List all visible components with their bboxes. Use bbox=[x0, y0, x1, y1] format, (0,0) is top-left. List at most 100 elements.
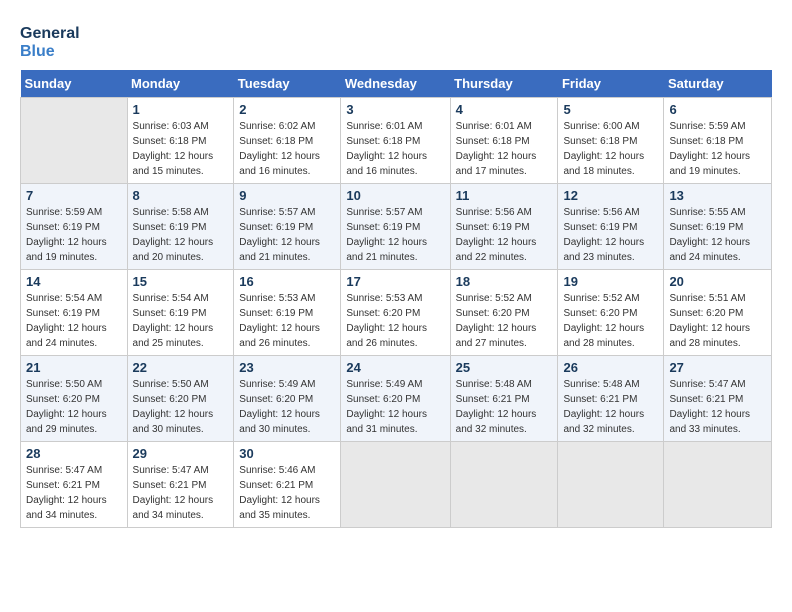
weekday-header-row: SundayMondayTuesdayWednesdayThursdayFrid… bbox=[21, 70, 772, 98]
day-info: Sunrise: 5:59 AMSunset: 6:18 PMDaylight:… bbox=[669, 119, 766, 179]
day-number: 26 bbox=[563, 360, 658, 375]
day-number: 1 bbox=[133, 102, 229, 117]
calendar-cell bbox=[558, 442, 664, 528]
calendar-cell: 16 Sunrise: 5:53 AMSunset: 6:19 PMDayligh… bbox=[234, 270, 341, 356]
calendar-cell: 3Sunrise: 6:01 AMSunset: 6:18 PMDaylight… bbox=[341, 98, 450, 184]
calendar-cell: 30 Sunrise: 5:46 AMSunset: 6:21 PMDayligh… bbox=[234, 442, 341, 528]
day-number: 21 bbox=[26, 360, 122, 375]
weekday-header-thursday: Thursday bbox=[450, 70, 558, 98]
day-number: 12 bbox=[563, 188, 658, 203]
day-info: Sunrise: 5:56 AMSunset: 6:19 PMDaylight:… bbox=[563, 205, 658, 265]
day-number: 30 bbox=[239, 446, 335, 461]
calendar-cell: 5 Sunrise: 6:00 AMSunset: 6:18 PMDaylight… bbox=[558, 98, 664, 184]
day-info: Sunrise: 5:59 AMSunset: 6:19 PMDaylight:… bbox=[26, 205, 122, 265]
day-info: Sunrise: 5:58 AMSunset: 6:19 PMDaylight:… bbox=[133, 205, 229, 265]
weekday-header-tuesday: Tuesday bbox=[234, 70, 341, 98]
calendar-cell: 29Sunrise: 5:47 AMSunset: 6:21 PMDayligh… bbox=[127, 442, 234, 528]
day-number: 6 bbox=[669, 102, 766, 117]
day-number: 11 bbox=[456, 188, 553, 203]
day-info: Sunrise: 5:57 AMSunset: 6:19 PMDaylight:… bbox=[239, 205, 335, 265]
day-info: Sunrise: 5:48 AMSunset: 6:21 PMDaylight:… bbox=[456, 377, 553, 437]
calendar-table: SundayMondayTuesdayWednesdayThursdayFrid… bbox=[20, 70, 772, 528]
calendar-cell: 4Sunrise: 6:01 AMSunset: 6:18 PMDaylight… bbox=[450, 98, 558, 184]
calendar-cell: 27Sunrise: 5:47 AMSunset: 6:21 PMDayligh… bbox=[664, 356, 772, 442]
calendar-cell: 19 Sunrise: 5:52 AMSunset: 6:20 PMDayligh… bbox=[558, 270, 664, 356]
day-info: Sunrise: 5:46 AMSunset: 6:21 PMDaylight:… bbox=[239, 463, 335, 523]
calendar-cell: 8 Sunrise: 5:58 AMSunset: 6:19 PMDaylight… bbox=[127, 184, 234, 270]
weekday-header-monday: Monday bbox=[127, 70, 234, 98]
calendar-cell: 10Sunrise: 5:57 AMSunset: 6:19 PMDayligh… bbox=[341, 184, 450, 270]
calendar-cell: 7 Sunrise: 5:59 AMSunset: 6:19 PMDaylight… bbox=[21, 184, 128, 270]
calendar-week-row: 21 Sunrise: 5:50 AMSunset: 6:20 PMDayligh… bbox=[21, 356, 772, 442]
day-number: 5 bbox=[563, 102, 658, 117]
day-info: Sunrise: 6:01 AMSunset: 6:18 PMDaylight:… bbox=[456, 119, 553, 179]
day-info: Sunrise: 5:47 AMSunset: 6:21 PMDaylight:… bbox=[133, 463, 229, 523]
day-info: Sunrise: 5:52 AMSunset: 6:20 PMDaylight:… bbox=[563, 291, 658, 351]
day-number: 16 bbox=[239, 274, 335, 289]
calendar-cell: 28Sunrise: 5:47 AMSunset: 6:21 PMDayligh… bbox=[21, 442, 128, 528]
calendar-cell: 1 Sunrise: 6:03 AMSunset: 6:18 PMDaylight… bbox=[127, 98, 234, 184]
calendar-cell: 18 Sunrise: 5:52 AMSunset: 6:20 PMDayligh… bbox=[450, 270, 558, 356]
day-number: 19 bbox=[563, 274, 658, 289]
calendar-cell: 22 Sunrise: 5:50 AMSunset: 6:20 PMDayligh… bbox=[127, 356, 234, 442]
day-number: 7 bbox=[26, 188, 122, 203]
day-info: Sunrise: 5:54 AMSunset: 6:19 PMDaylight:… bbox=[133, 291, 229, 351]
day-number: 18 bbox=[456, 274, 553, 289]
day-info: Sunrise: 6:00 AMSunset: 6:18 PMDaylight:… bbox=[563, 119, 658, 179]
calendar-cell: 2 Sunrise: 6:02 AMSunset: 6:18 PMDaylight… bbox=[234, 98, 341, 184]
weekday-header-wednesday: Wednesday bbox=[341, 70, 450, 98]
day-info: Sunrise: 5:53 AMSunset: 6:20 PMDaylight:… bbox=[346, 291, 444, 351]
day-info: Sunrise: 5:57 AMSunset: 6:19 PMDaylight:… bbox=[346, 205, 444, 265]
calendar-cell: 14 Sunrise: 5:54 AMSunset: 6:19 PMDayligh… bbox=[21, 270, 128, 356]
day-number: 3 bbox=[346, 102, 444, 117]
calendar-cell: 11 Sunrise: 5:56 AMSunset: 6:19 PMDayligh… bbox=[450, 184, 558, 270]
calendar-week-row: 7 Sunrise: 5:59 AMSunset: 6:19 PMDaylight… bbox=[21, 184, 772, 270]
day-number: 8 bbox=[133, 188, 229, 203]
calendar-cell: 6 Sunrise: 5:59 AMSunset: 6:18 PMDaylight… bbox=[664, 98, 772, 184]
day-number: 22 bbox=[133, 360, 229, 375]
calendar-week-row: 28 Sunrise: 5:47 AMSunset: 6:21 PMDayligh… bbox=[21, 442, 772, 528]
calendar-cell: 21 Sunrise: 5:50 AMSunset: 6:20 PMDayligh… bbox=[21, 356, 128, 442]
day-number: 27 bbox=[669, 360, 766, 375]
day-info: Sunrise: 5:53 AMSunset: 6:19 PMDaylight:… bbox=[239, 291, 335, 351]
svg-text:General: General bbox=[20, 25, 80, 42]
day-number: 14 bbox=[26, 274, 122, 289]
day-info: Sunrise: 5:50 AMSunset: 6:20 PMDaylight:… bbox=[26, 377, 122, 437]
weekday-header-friday: Friday bbox=[558, 70, 664, 98]
calendar-cell: 26Sunrise: 5:48 AMSunset: 6:21 PMDayligh… bbox=[558, 356, 664, 442]
day-info: Sunrise: 5:49 AMSunset: 6:20 PMDaylight:… bbox=[239, 377, 335, 437]
day-number: 15 bbox=[133, 274, 229, 289]
day-number: 28 bbox=[26, 446, 122, 461]
weekday-header-sunday: Sunday bbox=[21, 70, 128, 98]
calendar-cell: 15 Sunrise: 5:54 AMSunset: 6:19 PMDayligh… bbox=[127, 270, 234, 356]
calendar-cell bbox=[450, 442, 558, 528]
day-info: Sunrise: 6:02 AMSunset: 6:18 PMDaylight:… bbox=[239, 119, 335, 179]
calendar-cell: 17Sunrise: 5:53 AMSunset: 6:20 PMDayligh… bbox=[341, 270, 450, 356]
calendar-cell bbox=[21, 98, 128, 184]
day-number: 20 bbox=[669, 274, 766, 289]
calendar-cell bbox=[341, 442, 450, 528]
day-info: Sunrise: 5:55 AMSunset: 6:19 PMDaylight:… bbox=[669, 205, 766, 265]
day-number: 25 bbox=[456, 360, 553, 375]
calendar-week-row: 14 Sunrise: 5:54 AMSunset: 6:19 PMDayligh… bbox=[21, 270, 772, 356]
page-header: GeneralBlue bbox=[20, 20, 772, 60]
day-number: 2 bbox=[239, 102, 335, 117]
calendar-cell: 25 Sunrise: 5:48 AMSunset: 6:21 PMDayligh… bbox=[450, 356, 558, 442]
day-info: Sunrise: 5:52 AMSunset: 6:20 PMDaylight:… bbox=[456, 291, 553, 351]
day-info: Sunrise: 5:50 AMSunset: 6:20 PMDaylight:… bbox=[133, 377, 229, 437]
calendar-cell: 24Sunrise: 5:49 AMSunset: 6:20 PMDayligh… bbox=[341, 356, 450, 442]
day-info: Sunrise: 5:51 AMSunset: 6:20 PMDaylight:… bbox=[669, 291, 766, 351]
svg-text:Blue: Blue bbox=[20, 43, 55, 60]
day-info: Sunrise: 5:56 AMSunset: 6:19 PMDaylight:… bbox=[456, 205, 553, 265]
calendar-cell: 9Sunrise: 5:57 AMSunset: 6:19 PMDaylight… bbox=[234, 184, 341, 270]
calendar-cell: 12 Sunrise: 5:56 AMSunset: 6:19 PMDayligh… bbox=[558, 184, 664, 270]
calendar-week-row: 1 Sunrise: 6:03 AMSunset: 6:18 PMDaylight… bbox=[21, 98, 772, 184]
day-info: Sunrise: 5:54 AMSunset: 6:19 PMDaylight:… bbox=[26, 291, 122, 351]
calendar-cell: 13Sunrise: 5:55 AMSunset: 6:19 PMDayligh… bbox=[664, 184, 772, 270]
calendar-cell bbox=[664, 442, 772, 528]
day-info: Sunrise: 5:49 AMSunset: 6:20 PMDaylight:… bbox=[346, 377, 444, 437]
day-number: 23 bbox=[239, 360, 335, 375]
logo-svg: GeneralBlue bbox=[20, 20, 90, 60]
weekday-header-saturday: Saturday bbox=[664, 70, 772, 98]
day-info: Sunrise: 6:03 AMSunset: 6:18 PMDaylight:… bbox=[133, 119, 229, 179]
